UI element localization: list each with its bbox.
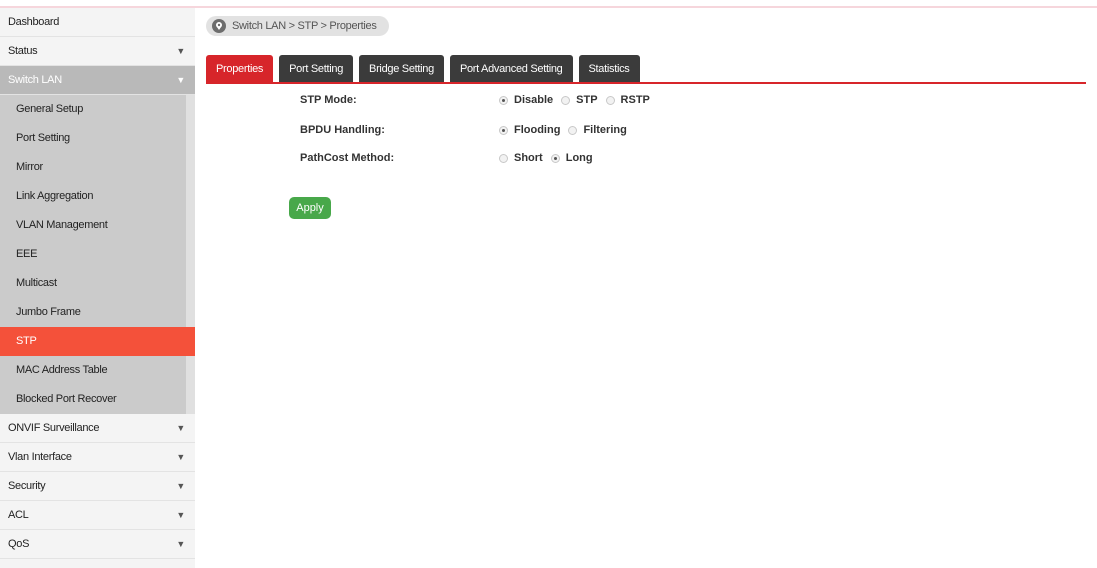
sidebar-subitem-label: VLAN Management <box>16 219 108 231</box>
breadcrumb: Switch LAN > STP > Properties <box>206 16 389 36</box>
sidebar-subitem-label: Blocked Port Recover <box>16 393 117 405</box>
stp-mode-disable-label: Disable <box>514 94 554 106</box>
sidebar-subitem-label: EEE <box>16 248 38 260</box>
sidebar-item-qos[interactable]: QoS ▼ <box>0 530 195 559</box>
chevron-down-icon: ▼ <box>176 481 185 491</box>
sidebar-item-label: Dashboard <box>8 16 60 28</box>
stp-mode-label: STP Mode: <box>300 94 357 106</box>
bpdu-filtering-radio[interactable] <box>568 125 578 135</box>
sidebar-item-vlan-interface[interactable]: Vlan Interface ▼ <box>0 443 195 472</box>
tab-port-setting[interactable]: Port Setting <box>279 55 354 83</box>
sidebar-subitem-link-aggregation[interactable]: Link Aggregation <box>0 182 195 211</box>
sidebar-subitem-multicast[interactable]: Multicast <box>0 269 195 298</box>
pathcost-short-label: Short <box>514 152 543 164</box>
bpdu-flooding-label: Flooding <box>514 124 561 136</box>
stp-mode-rstp-radio[interactable] <box>605 95 615 105</box>
sidebar-subitem-label: Jumbo Frame <box>16 306 81 318</box>
chevron-down-icon: ▼ <box>176 75 185 85</box>
apply-button[interactable]: Apply <box>289 197 331 219</box>
chevron-down-icon: ▼ <box>176 510 185 520</box>
sidebar-item-label: Vlan Interface <box>8 451 72 463</box>
stp-mode-rstp-label: RSTP <box>620 94 650 106</box>
bpdu-filtering-label: Filtering <box>583 124 627 136</box>
sidebar-subitem-eee[interactable]: EEE <box>0 240 195 269</box>
sidebar-item-status[interactable]: Status ▼ <box>0 37 195 66</box>
sidebar-item-onvif-surveillance[interactable]: ONVIF Surveillance ▼ <box>0 414 195 443</box>
sidebar-subitem-label: Multicast <box>16 277 57 289</box>
tab-port-advanced-setting[interactable]: Port Advanced Setting <box>449 55 573 83</box>
sidebar-item-security[interactable]: Security ▼ <box>0 472 195 501</box>
sidebar-item-label: ACL <box>8 509 29 521</box>
pathcost-long-radio[interactable] <box>550 153 560 163</box>
sidebar-subitem-blocked-port-recover[interactable]: Blocked Port Recover <box>0 385 195 414</box>
chevron-down-icon: ▼ <box>176 423 185 433</box>
sidebar-subitem-label: STP <box>16 335 37 347</box>
sidebar-item-switch-lan[interactable]: Switch LAN ▼ <box>0 66 195 95</box>
pathcost-short-radio[interactable] <box>499 153 508 163</box>
sidebar-subitem-port-setting[interactable]: Port Setting <box>0 124 195 153</box>
sidebar-subitem-mirror[interactable]: Mirror <box>0 153 195 182</box>
bpdu-handling-label: BPDU Handling: <box>300 124 385 136</box>
sidebar-item-label: Switch LAN <box>8 74 62 86</box>
chevron-down-icon: ▼ <box>176 539 185 549</box>
sidebar-subitem-mac-address-table[interactable]: MAC Address Table <box>0 356 195 385</box>
tab-underline <box>206 82 1086 84</box>
breadcrumb-text: Switch LAN > STP > Properties <box>232 20 377 32</box>
sidebar-item-dashboard[interactable]: Dashboard <box>0 8 195 37</box>
stp-mode-disable-radio[interactable] <box>499 95 508 105</box>
sidebar-subitem-general-setup[interactable]: General Setup <box>0 95 195 124</box>
sidebar-subitem-label: MAC Address Table <box>16 364 108 376</box>
tab-bridge-setting[interactable]: Bridge Setting <box>359 55 444 83</box>
sidebar-subitem-label: General Setup <box>16 103 84 115</box>
sidebar-subitem-jumbo-frame[interactable]: Jumbo Frame <box>0 298 195 327</box>
sidebar-subitem-label: Port Setting <box>16 132 70 144</box>
sidebar-subitem-vlan-management[interactable]: VLAN Management <box>0 211 195 240</box>
chevron-down-icon: ▼ <box>176 452 185 462</box>
stp-mode-stp-radio[interactable] <box>561 95 571 105</box>
sidebar-item-label: Status <box>8 45 38 57</box>
sidebar-item-label: ONVIF Surveillance <box>8 422 100 434</box>
sidebar-item-label: Security <box>8 480 46 492</box>
tab-properties[interactable]: Properties <box>206 55 274 83</box>
pathcost-long-label: Long <box>565 152 593 164</box>
tab-statistics[interactable]: Statistics <box>578 55 640 83</box>
pathcost-method-label: PathCost Method: <box>300 152 395 164</box>
tab-bar: Properties Port Setting Bridge Setting P… <box>206 55 646 83</box>
sidebar-item-label: QoS <box>8 538 30 550</box>
sidebar-item-acl[interactable]: ACL ▼ <box>0 501 195 530</box>
bpdu-flooding-radio[interactable] <box>499 125 508 135</box>
stp-mode-stp-label: STP <box>576 94 598 106</box>
chevron-down-icon: ▼ <box>176 46 185 56</box>
sidebar-subitem-label: Link Aggregation <box>16 190 94 202</box>
sidebar: Dashboard Status ▼ Switch LAN ▼ General … <box>0 8 195 568</box>
sidebar-subitem-label: Mirror <box>16 161 43 173</box>
location-pin-icon <box>212 19 226 33</box>
sidebar-subitem-stp[interactable]: STP <box>0 327 195 356</box>
